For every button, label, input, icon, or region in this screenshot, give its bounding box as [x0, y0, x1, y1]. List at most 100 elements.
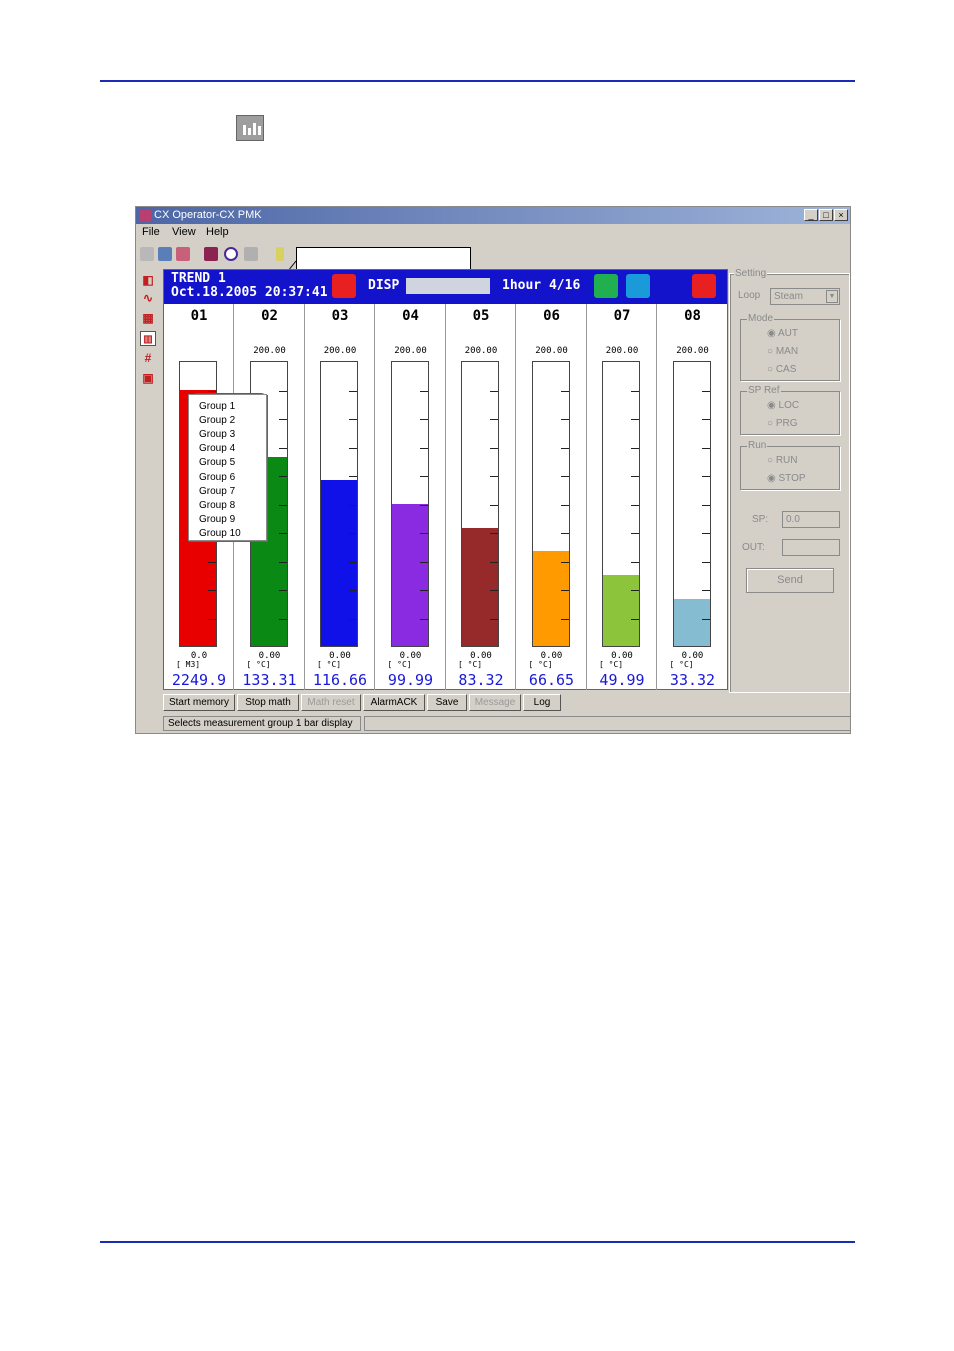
channel-number: 07	[613, 308, 631, 324]
scale-tick	[490, 561, 498, 563]
spref-label: SP Ref	[747, 385, 781, 396]
group-menu-item[interactable]: Group 9	[199, 514, 235, 525]
unit: [ M3]	[176, 660, 201, 669]
unit: [ °C]	[599, 660, 624, 669]
setting-title: Setting	[734, 268, 768, 279]
channel-number: 01	[190, 308, 208, 324]
send-button[interactable]: Send	[746, 568, 834, 593]
scale-tick	[419, 561, 428, 563]
bar-tube	[602, 361, 640, 647]
channel-value: 49.99	[599, 671, 645, 689]
group-menu-item[interactable]: Group 7	[199, 486, 235, 497]
unit: [ °C]	[387, 660, 412, 669]
save-button[interactable]: Save	[427, 694, 467, 711]
scale-tick	[208, 590, 216, 591]
scale-tick	[278, 447, 287, 449]
radio-label: LOC	[778, 400, 800, 411]
scale-tick	[560, 419, 569, 420]
message-button[interactable]: Message	[469, 694, 521, 711]
radio-label: MAN	[775, 346, 799, 357]
log-button[interactable]: Log	[523, 694, 561, 711]
radio-label: STOP	[778, 473, 806, 484]
scale-tick	[419, 447, 428, 449]
numeric-icon[interactable]: #	[140, 351, 156, 366]
group-menu-item[interactable]: Group 3	[199, 429, 235, 440]
scale-tick	[490, 533, 498, 534]
scale-tick	[701, 504, 710, 506]
status-bar: Selects measurement group 1 bar display	[163, 716, 850, 732]
spref-radio-prg[interactable]: ○ PRG	[767, 418, 798, 429]
unit: [ °C]	[246, 660, 271, 669]
loop-label: Loop	[738, 290, 761, 301]
overview-icon[interactable]: ◧	[140, 273, 156, 288]
group-menu-item[interactable]: Group 10	[199, 528, 241, 539]
scale-tick	[208, 390, 216, 392]
group-menu-item[interactable]: Group 8	[199, 500, 235, 511]
alarm-icon[interactable]: ▣	[140, 371, 156, 386]
channel-number: 06	[543, 308, 560, 324]
scale-tick	[349, 504, 357, 506]
bar-icon[interactable]: ▥	[140, 331, 156, 346]
mode-radio-man[interactable]: ○ MAN	[767, 346, 798, 357]
bar-tube	[672, 361, 711, 647]
bottom-button-bar: Start memory Stop math Math reset AlarmACK S…	[163, 694, 728, 712]
bar-fill	[532, 551, 569, 646]
mode-radio-aut[interactable]: ◉ AUT	[767, 328, 798, 339]
scale-max: 200.00	[605, 346, 639, 356]
run-radio-run[interactable]: ○ RUN	[767, 455, 798, 466]
scale-tick	[631, 561, 639, 563]
bar-fill	[462, 527, 498, 646]
status-text: Selects measurement group 1 bar display	[163, 716, 361, 731]
scale-tick	[419, 390, 428, 392]
bar-tube	[461, 361, 499, 647]
radio-icon: ○	[767, 418, 774, 429]
trend-label: TREND 1	[171, 271, 226, 286]
mode-radio-cas[interactable]: ○ CAS	[767, 364, 796, 375]
scale-tick	[631, 476, 639, 477]
start-memory-button[interactable]: Start memory	[163, 694, 235, 711]
sp-field[interactable]: 0.0	[782, 511, 840, 528]
group-menu-item[interactable]: Group 6	[199, 472, 235, 483]
scale-tick	[278, 476, 287, 477]
run-radio-stop[interactable]: ◉ STOP	[767, 473, 806, 484]
group-menu-item[interactable]: Group 5	[199, 457, 235, 468]
alarmack-button[interactable]: AlarmACK	[363, 694, 425, 711]
scale-tick	[701, 447, 710, 449]
bar-display: TREND 1 Oct.18.2005 20:37:41 DISP 1hour …	[163, 269, 728, 690]
scale-tick	[631, 533, 639, 534]
run-label: Run	[747, 440, 768, 451]
group-menu-item[interactable]: Group 2	[199, 415, 235, 426]
radio-icon: ◉	[767, 473, 776, 484]
time-div: 1hour 4/16	[502, 278, 581, 293]
bar-display-icon	[236, 115, 264, 141]
view-switch-bar: ◧ ∿ ▦ ▥ # ▣	[136, 269, 161, 709]
channel-value: 116.66	[312, 671, 368, 689]
channel-06: 06 200.00 0.00[ °C] 66.65	[517, 304, 587, 690]
spref-group: SP Ref ◉ LOC ○ PRG	[740, 385, 840, 435]
scale-tick	[278, 504, 287, 506]
group-menu-item[interactable]: Group 4	[199, 443, 235, 454]
radio-label: CAS	[775, 364, 797, 375]
bar-tube	[320, 361, 358, 647]
radio-icon: ○	[767, 346, 774, 357]
math-reset-button[interactable]: Math reset	[301, 694, 361, 711]
trend-icon[interactable]: ∿	[140, 291, 156, 306]
channel-value: 2249.9	[171, 671, 227, 689]
spref-radio-loc[interactable]: ◉ LOC	[767, 400, 799, 411]
app-window: CX Operator-CX PMK _ □ × File View Help …	[135, 206, 851, 734]
channel-value: 83.32	[458, 671, 504, 689]
digital-icon[interactable]: ▦	[140, 311, 156, 326]
scale-tick	[349, 533, 357, 534]
radio-label: AUT	[777, 328, 798, 339]
mode-label: DISP	[368, 278, 400, 293]
loop-select[interactable]: Steam ▼	[770, 288, 840, 305]
display-header: TREND 1 Oct.18.2005 20:37:41 DISP 1hour …	[164, 270, 727, 304]
mode-label: Mode	[747, 313, 775, 324]
out-field[interactable]	[782, 539, 840, 556]
scale-tick	[208, 618, 216, 620]
stop-math-button[interactable]: Stop math	[237, 694, 299, 711]
channel-value: 33.32	[669, 671, 716, 689]
group-menu-item[interactable]: Group 1	[199, 401, 235, 412]
scale-tick	[631, 618, 639, 620]
out-label: OUT:	[742, 542, 765, 553]
